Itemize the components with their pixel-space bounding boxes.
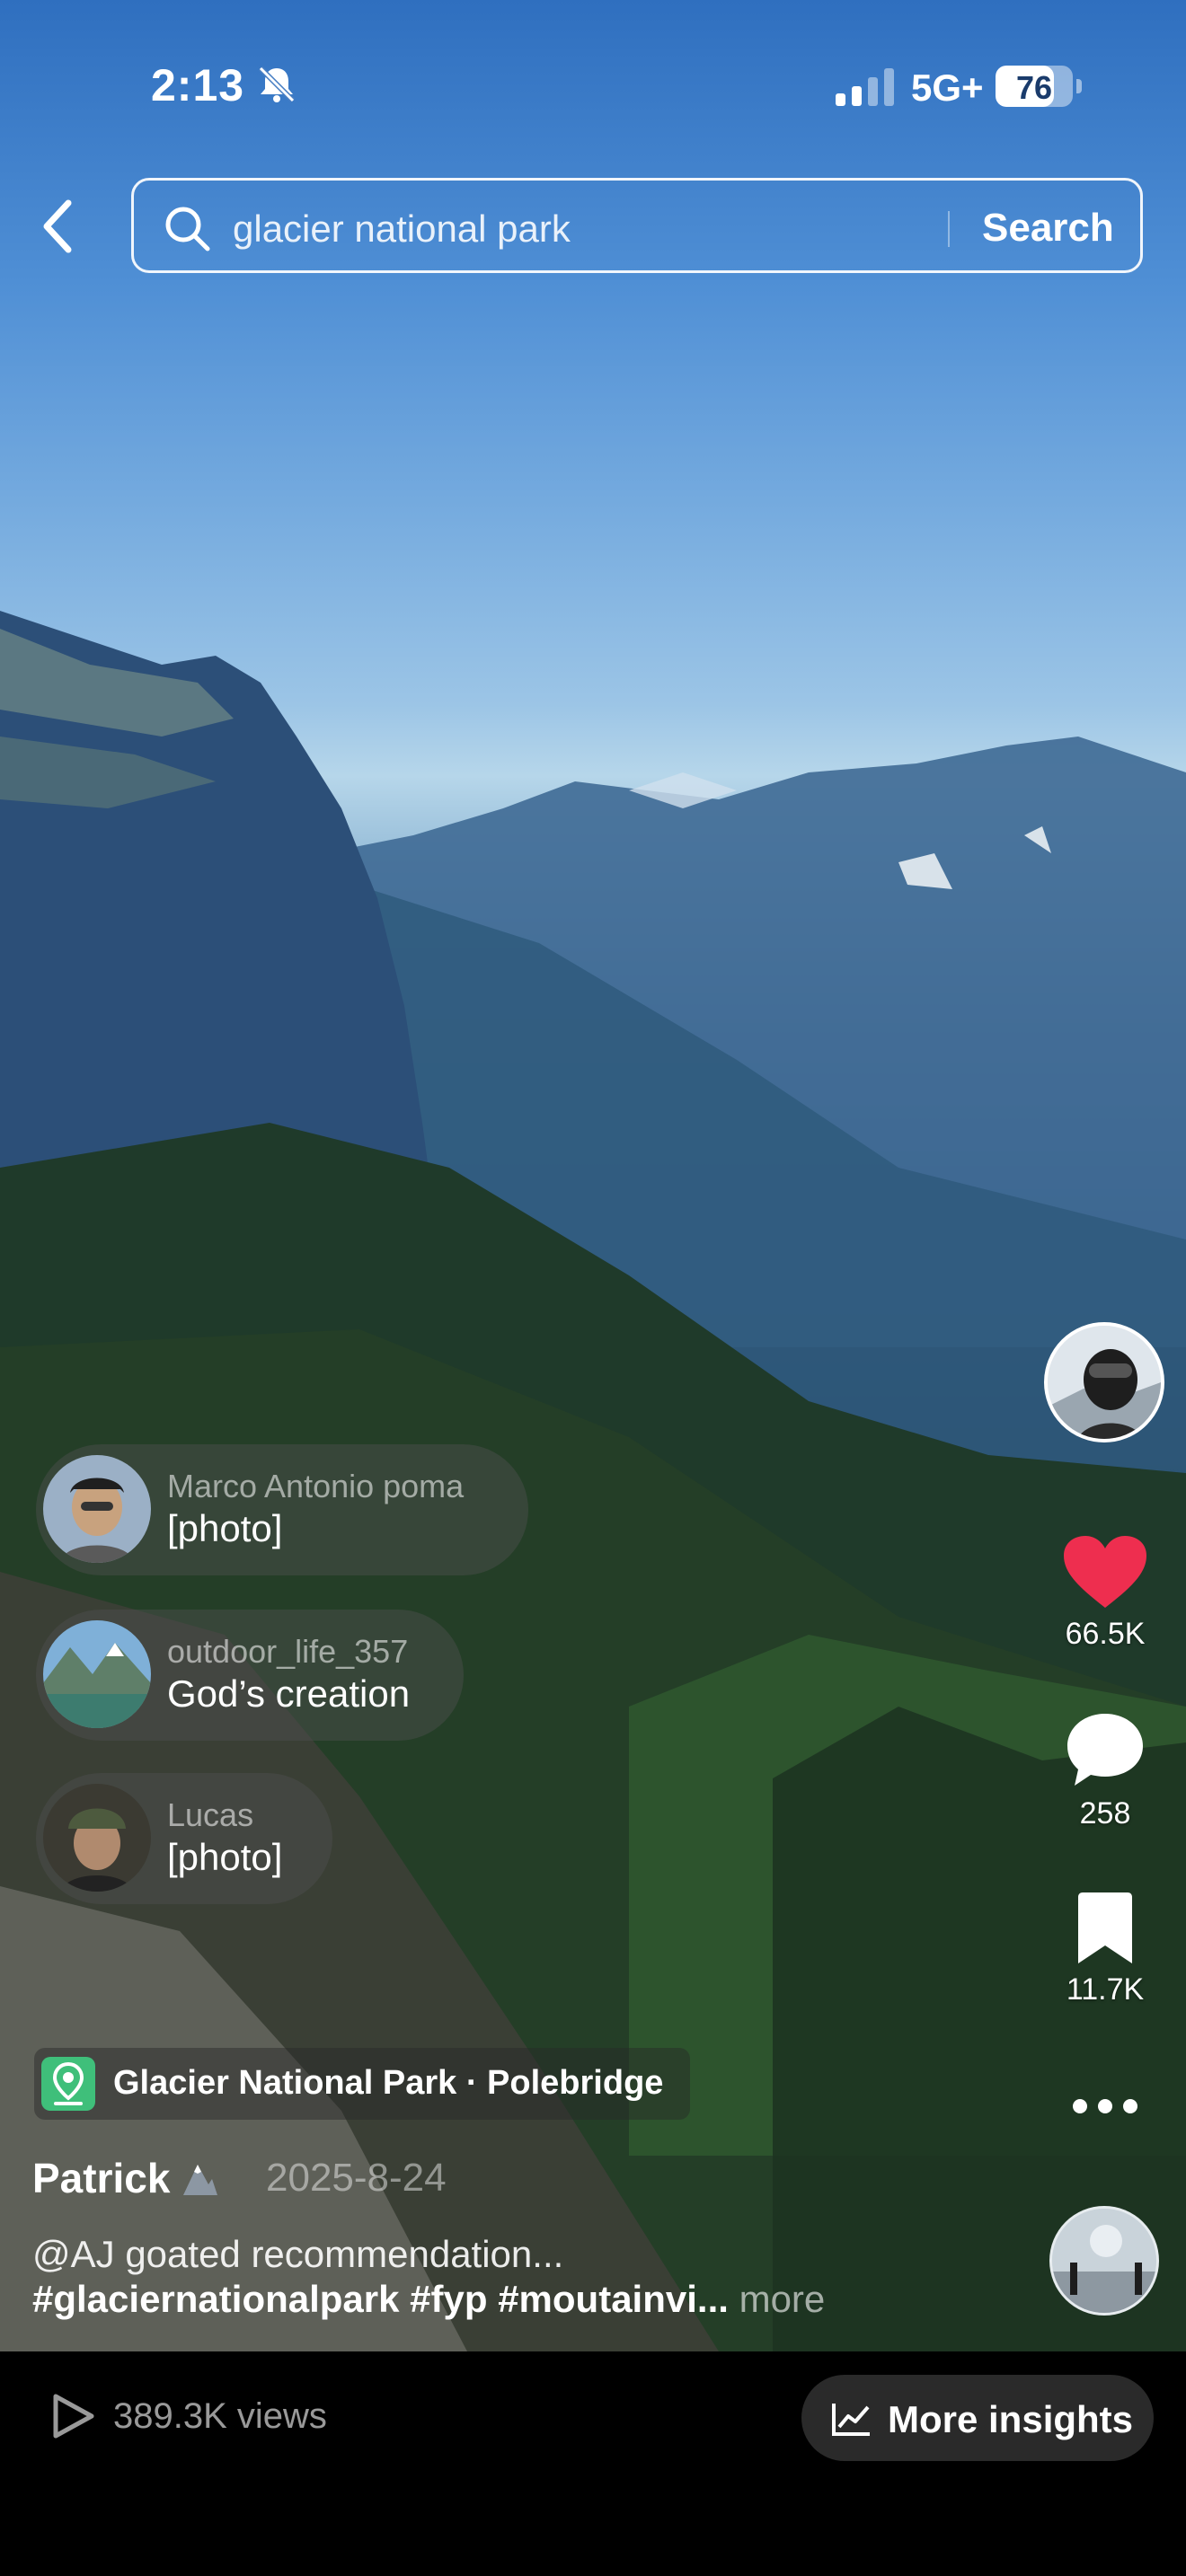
comment-button[interactable]: 258	[1051, 1710, 1159, 1831]
comment-text: God’s creation	[167, 1672, 411, 1715]
comment-bubble[interactable]: Marco Antonio poma [photo]	[36, 1444, 528, 1575]
chart-icon	[832, 2404, 870, 2436]
caption-line-1: @AJ goated recommendation...	[32, 2233, 564, 2275]
like-button[interactable]: 66.5K	[1051, 1534, 1159, 1652]
post-date: 2025-8-24	[266, 2156, 447, 2200]
bookmark-icon	[1078, 1892, 1132, 1963]
more-icon[interactable]	[1069, 2093, 1141, 2120]
caption-more-link[interactable]: more	[729, 2278, 826, 2320]
search-icon	[165, 207, 210, 251]
mountain-emoji-icon	[183, 2165, 217, 2195]
comment-author: outdoor_life_357	[167, 1633, 409, 1670]
comment-icon	[1067, 1714, 1143, 1786]
search-button[interactable]: Search	[982, 206, 1114, 251]
like-count: 66.5K	[1065, 1617, 1146, 1651]
battery-icon: 76	[996, 66, 1082, 107]
author-name[interactable]: Patrick	[32, 2154, 170, 2202]
signal-icon	[836, 68, 894, 106]
comment-bubble[interactable]: Lucas [photo]	[36, 1773, 332, 1904]
caption-hashtags: #glaciernationalpark #fyp #moutainvi...	[32, 2278, 729, 2320]
comment-author: Lucas	[167, 1796, 254, 1833]
comment-author: Marco Antonio poma	[167, 1468, 465, 1504]
heart-icon	[1064, 1536, 1146, 1608]
video-background[interactable]	[0, 0, 1186, 2351]
avatar	[43, 1455, 151, 1563]
battery-level: 76	[1015, 69, 1053, 106]
creator-avatar[interactable]	[1044, 1322, 1164, 1442]
location-pin-icon	[41, 2057, 95, 2111]
save-count: 11.7K	[1066, 1972, 1145, 2007]
status-time: 2:13	[151, 60, 245, 110]
search-bar[interactable]: glacier national park Search	[131, 178, 1143, 273]
comment-bubble[interactable]: outdoor_life_357 God’s creation	[36, 1610, 464, 1741]
search-divider	[948, 211, 950, 247]
comment-text: [photo]	[167, 1836, 283, 1878]
more-insights-label: More insights	[888, 2398, 1134, 2440]
save-button[interactable]: 11.7K	[1051, 1892, 1159, 2007]
more-insights-button[interactable]: More insights	[801, 2375, 1154, 2461]
network-type: 5G+	[911, 66, 984, 109]
caption-line-2[interactable]: #glaciernationalpark #fyp #moutainvi... …	[32, 2278, 825, 2321]
comment-count: 258	[1079, 1796, 1131, 1831]
view-count: 389.3K views	[113, 2396, 327, 2436]
search-input[interactable]: glacier national park	[233, 207, 571, 251]
comment-text: [photo]	[167, 1507, 283, 1549]
location-label: Glacier National Park · Polebridge	[113, 2064, 664, 2102]
back-chevron-icon[interactable]	[34, 194, 84, 259]
avatar	[43, 1620, 151, 1728]
bell-slash-icon	[258, 66, 296, 103]
play-icon	[53, 2394, 94, 2439]
location-chip[interactable]: Glacier National Park · Polebridge	[34, 2048, 690, 2120]
music-disc[interactable]	[1049, 2206, 1159, 2316]
avatar	[43, 1784, 151, 1892]
